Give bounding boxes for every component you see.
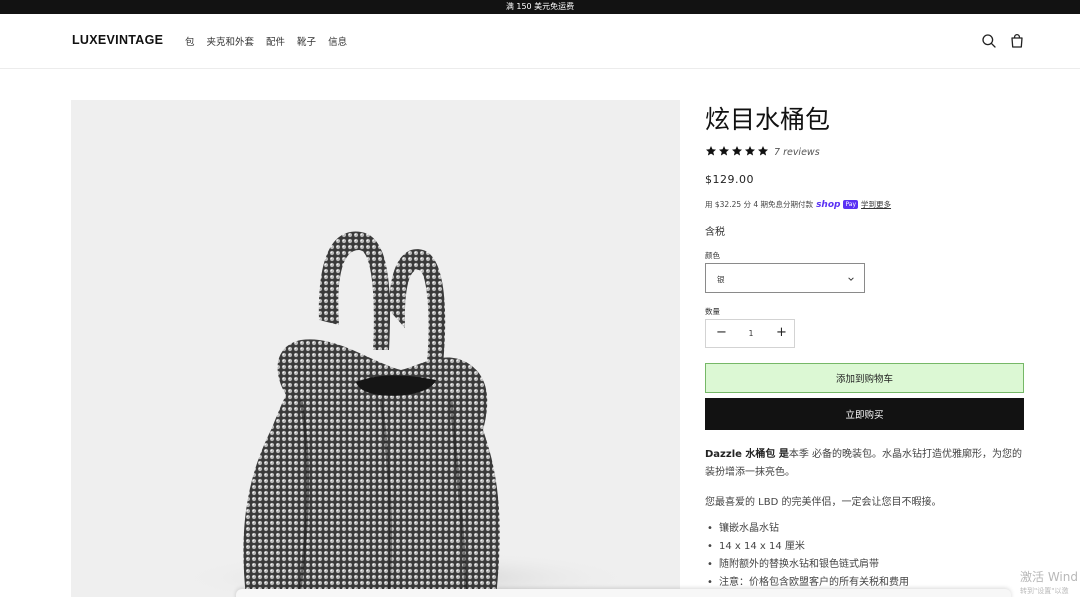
cart-icon[interactable]: [1009, 33, 1025, 49]
store-logo[interactable]: LUXEVINTAGE: [72, 33, 163, 47]
list-item: 随附额外的替换水钻和银色链式肩带: [705, 556, 1025, 574]
nav-item-info[interactable]: 信息: [328, 34, 347, 48]
quantity-stepper: − 1 +: [705, 319, 795, 348]
announcement-bar: 满 150 美元免运费: [0, 0, 1080, 14]
nav-item-jackets[interactable]: 夹克和外套: [207, 34, 255, 48]
color-select-value: 银: [717, 275, 725, 284]
watermark-line-1: 激活 Wind: [1020, 570, 1078, 584]
product-image[interactable]: [71, 100, 680, 597]
quantity-input[interactable]: 1: [746, 329, 756, 338]
star-icon: [706, 146, 716, 156]
star-icon: [758, 146, 768, 156]
product-title: 炫目水桶包: [705, 105, 831, 134]
main-nav: 包 夹克和外套 配件 靴子 信息: [185, 34, 347, 48]
nav-item-bags[interactable]: 包: [185, 34, 195, 48]
windows-activation-watermark: 激活 Wind 转到"设置"以激: [1020, 568, 1078, 596]
description-bold-lead: Dazzle 水桶包 是: [705, 449, 789, 460]
site-header: LUXEVINTAGE 包 夹克和外套 配件 靴子 信息: [0, 14, 1080, 69]
bottom-popup-card[interactable]: [236, 589, 1011, 597]
product-description: Dazzle 水桶包 是本季 必备的晚装包。水晶水钻打造优雅廓形，为您的装扮增添…: [705, 446, 1025, 482]
nav-item-accessories[interactable]: 配件: [266, 34, 285, 48]
star-icon: [745, 146, 755, 156]
color-label: 颜色: [705, 251, 720, 260]
bucket-bag-image: [176, 231, 636, 597]
color-select[interactable]: 银: [705, 263, 865, 293]
buy-now-button[interactable]: 立即购买: [705, 398, 1024, 430]
search-icon[interactable]: [981, 33, 997, 49]
star-icon: [719, 146, 729, 156]
quantity-increase-button[interactable]: +: [776, 325, 787, 340]
nav-item-boots[interactable]: 靴子: [297, 34, 316, 48]
tax-note: 含税: [705, 227, 725, 238]
chevron-down-icon: [848, 277, 854, 281]
shop-pay-badge: Pay: [843, 200, 859, 209]
installment-text: 用 $32.25 分 4 期免息分期付款: [705, 200, 814, 209]
product-price: $129.00: [705, 173, 754, 186]
quantity-decrease-button[interactable]: −: [716, 325, 727, 340]
review-count-link[interactable]: 7 reviews: [774, 147, 820, 158]
watermark-line-2: 转到"设置"以激: [1020, 587, 1069, 595]
add-to-cart-button[interactable]: 添加到购物车: [705, 363, 1024, 393]
star-rating[interactable]: [705, 145, 769, 157]
feature-list: 镶嵌水晶水钻 14 x 14 x 14 厘米 随附额外的替换水钻和银色链式肩带 …: [705, 520, 1025, 592]
shop-pay-logo: shop: [816, 199, 841, 210]
description-secondary: 您最喜爱的 LBD 的完美伴侣，一定会让您目不暇接。: [705, 497, 942, 508]
learn-more-link[interactable]: 学到更多: [861, 199, 891, 210]
list-item: 14 x 14 x 14 厘米: [705, 538, 1025, 556]
quantity-label: 数量: [705, 307, 720, 316]
installment-info: 用 $32.25 分 4 期免息分期付款 shop Pay 学到更多: [705, 199, 891, 210]
list-item: 镶嵌水晶水钻: [705, 520, 1025, 538]
star-icon: [732, 146, 742, 156]
